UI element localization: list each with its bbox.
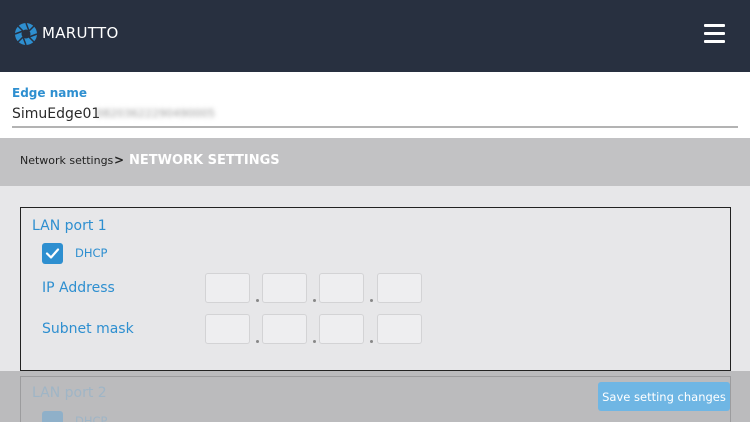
aperture-logo-icon xyxy=(14,22,38,46)
lan2-dhcp-label: DHCP xyxy=(75,414,108,422)
dhcp-label: DHCP xyxy=(75,246,108,260)
subnet-octet-2-input[interactable] xyxy=(262,314,307,344)
edge-name-label: Edge name xyxy=(12,86,87,100)
subnet-mask-label: Subnet mask xyxy=(42,321,134,337)
subnet-dot xyxy=(256,340,259,343)
checkmark-icon xyxy=(45,248,60,259)
ip-octet-3-input[interactable] xyxy=(319,273,364,303)
hamburger-menu-icon[interactable] xyxy=(704,24,725,44)
lan2-dhcp-checkbox[interactable] xyxy=(42,411,63,422)
subnet-dot xyxy=(313,340,316,343)
edge-id-masked: 08203622290490005 xyxy=(96,107,215,120)
brand-name: MARUTTO xyxy=(42,24,119,42)
edge-name-section: Edge name SimuEdge01 08203622290490005 xyxy=(0,72,750,138)
subnet-octet-4-input[interactable] xyxy=(377,314,422,344)
save-setting-changes-button[interactable]: Save setting changes xyxy=(598,382,730,411)
ip-dot xyxy=(370,299,373,302)
lan-port-2-title: LAN port 2 xyxy=(32,385,107,401)
ip-dot xyxy=(313,299,316,302)
subnet-dot xyxy=(370,340,373,343)
lan-port-1-title: LAN port 1 xyxy=(32,218,107,234)
ip-octet-1-input[interactable] xyxy=(205,273,250,303)
top-bar: MARUTTO xyxy=(0,0,750,72)
subnet-octet-3-input[interactable] xyxy=(319,314,364,344)
breadcrumb-separator: > xyxy=(114,153,125,167)
breadcrumb-network-settings-link[interactable]: Network settings xyxy=(20,154,113,167)
page-title: NETWORK SETTINGS xyxy=(129,153,280,168)
ip-octet-4-input[interactable] xyxy=(377,273,422,303)
edge-name-value: SimuEdge01 xyxy=(12,106,101,122)
ip-octet-2-input[interactable] xyxy=(262,273,307,303)
ip-dot xyxy=(256,299,259,302)
subnet-octet-1-input[interactable] xyxy=(205,314,250,344)
dhcp-checkbox[interactable] xyxy=(42,243,63,264)
edge-name-field: SimuEdge01 08203622290490005 xyxy=(12,102,738,128)
breadcrumb: Network settings > NETWORK SETTINGS xyxy=(0,138,750,186)
lan-port-1-panel: LAN port 1 DHCP IP Address Subnet mask xyxy=(20,207,731,371)
ip-address-label: IP Address xyxy=(42,280,115,296)
